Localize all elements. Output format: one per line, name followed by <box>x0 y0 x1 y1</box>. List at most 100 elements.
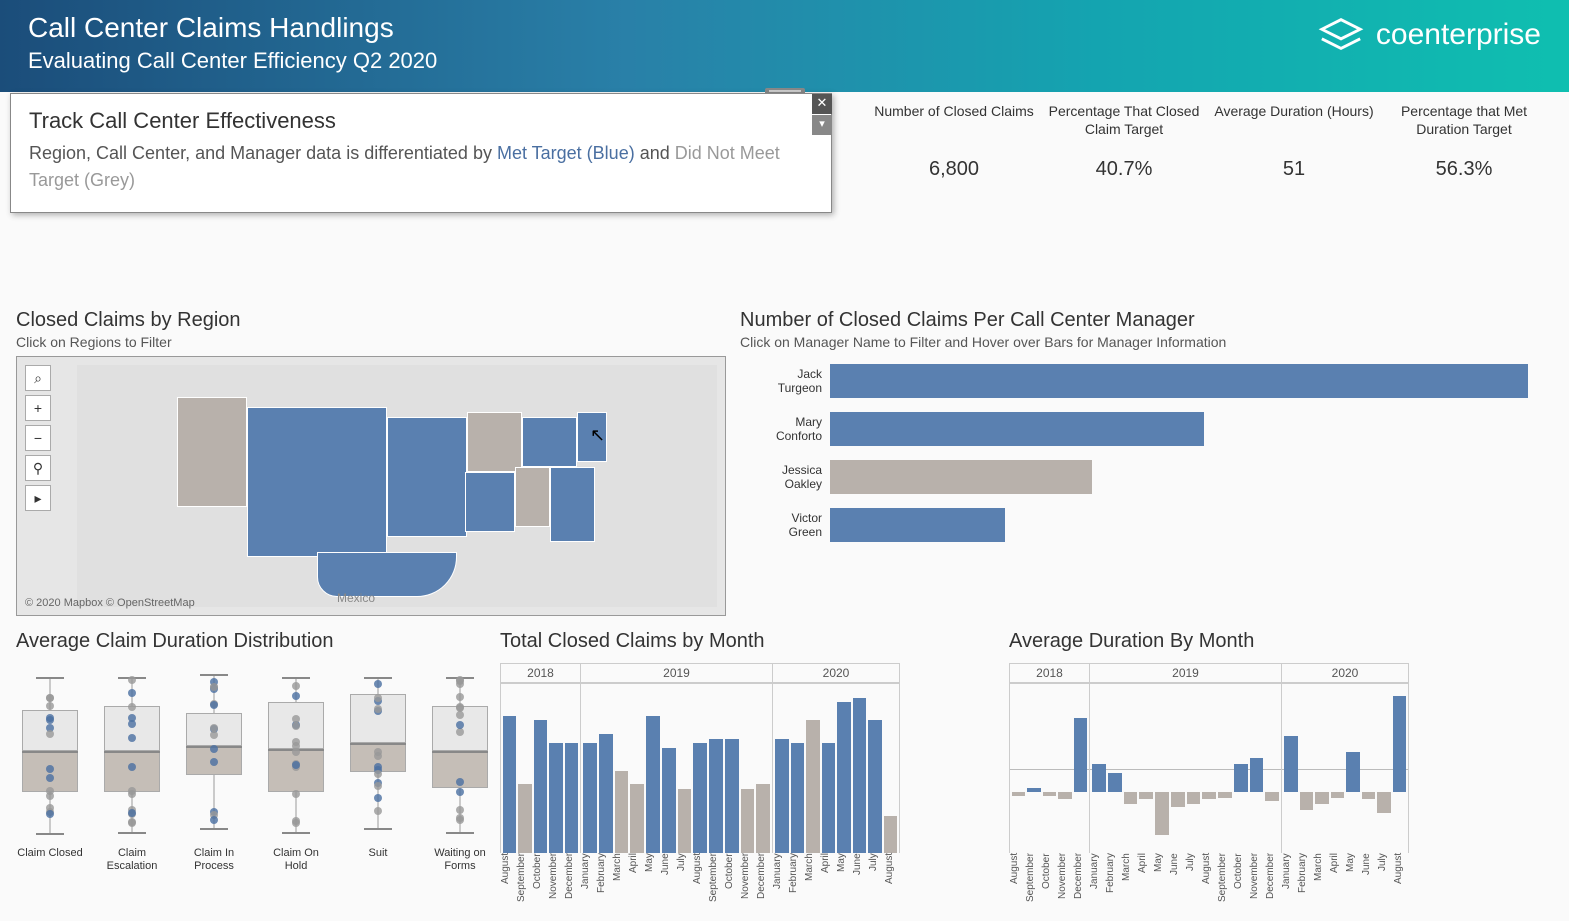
month-bar[interactable] <box>662 748 676 853</box>
boxplot-chart[interactable]: Claim Closed Claim Escalation Claim In P… <box>16 663 486 873</box>
month-bar[interactable] <box>534 720 547 853</box>
manager-bar[interactable] <box>830 508 1005 542</box>
kpi-value: 56.3% <box>1379 158 1549 181</box>
month-bar[interactable] <box>503 716 516 853</box>
month-bar[interactable] <box>549 743 562 853</box>
kpi-card: Percentage that Met Duration Target56.3% <box>1379 102 1549 181</box>
manager-name[interactable]: VictorGreen <box>740 511 830 540</box>
map-attribution: © 2020 Mapbox © OpenStreetMap <box>25 597 195 609</box>
month-bar[interactable] <box>1315 684 1329 853</box>
popup-body: Region, Call Center, and Manager data is… <box>29 140 813 194</box>
month-bar[interactable] <box>1043 684 1056 853</box>
manager-bar[interactable] <box>830 364 1528 398</box>
month-bar[interactable] <box>615 771 629 853</box>
closed-by-month-chart[interactable]: 201820192020AugustSeptemberOctoberNovemb… <box>500 663 995 911</box>
month-bar[interactable] <box>1074 684 1087 853</box>
month-bar[interactable] <box>1300 684 1314 853</box>
month-bar[interactable] <box>1092 684 1106 853</box>
manager-name[interactable]: MaryConforto <box>740 415 830 444</box>
boxplot-column[interactable]: Claim Closed <box>16 661 84 873</box>
month-bar[interactable] <box>583 743 597 853</box>
play-icon[interactable]: ▸ <box>25 485 51 511</box>
month-bar[interactable] <box>1362 684 1376 853</box>
month-bar[interactable] <box>1058 684 1071 853</box>
region-appalachia[interactable] <box>515 467 550 527</box>
month-label: April <box>820 853 836 911</box>
month-bar[interactable] <box>822 743 836 853</box>
month-bar[interactable] <box>630 784 644 853</box>
month-bar[interactable] <box>853 698 867 853</box>
month-bar[interactable] <box>1012 684 1025 853</box>
month-bar[interactable] <box>1202 684 1216 853</box>
zoom-in-icon[interactable]: + <box>25 395 51 421</box>
boxplot-column[interactable]: Claim In Process <box>180 661 248 873</box>
month-label: September <box>708 853 724 911</box>
pin-reset-icon[interactable]: ⚲ <box>25 455 51 481</box>
search-icon[interactable]: ⌕ <box>25 365 51 391</box>
month-bar[interactable] <box>868 720 882 853</box>
region-northeast[interactable] <box>577 412 607 462</box>
zoom-out-icon[interactable]: − <box>25 425 51 451</box>
month-bar[interactable] <box>1250 684 1264 853</box>
month-bar[interactable] <box>837 702 851 853</box>
manager-bar-row[interactable]: MaryConforto <box>740 412 1553 446</box>
month-bar[interactable] <box>756 784 770 853</box>
month-bar[interactable] <box>1124 684 1138 853</box>
region-greatlakes[interactable] <box>522 417 577 467</box>
month-bar[interactable] <box>1108 684 1122 853</box>
month-bar[interactable] <box>791 743 805 853</box>
region-central[interactable] <box>387 417 467 537</box>
region-midwest-n[interactable] <box>467 412 522 472</box>
month-bar[interactable] <box>1377 684 1391 853</box>
month-bar[interactable] <box>1346 684 1360 853</box>
month-bar[interactable] <box>775 739 789 853</box>
month-bar[interactable] <box>678 789 692 853</box>
manager-bar-row[interactable]: JessicaOakley <box>740 460 1553 494</box>
map-viz[interactable]: ⌕ + − ⚲ ▸ Mexico © 2020 Mapbox © OpenStr… <box>16 356 726 616</box>
manager-bar-row[interactable]: JackTurgeon <box>740 364 1553 398</box>
month-bar[interactable] <box>646 716 660 853</box>
manager-bar[interactable] <box>830 460 1092 494</box>
region-pacific[interactable] <box>177 397 247 507</box>
month-bar[interactable] <box>565 743 578 853</box>
month-bar[interactable] <box>1331 684 1345 853</box>
month-bar[interactable] <box>518 784 531 853</box>
month-bar[interactable] <box>693 743 707 853</box>
month-bar[interactable] <box>1027 684 1040 853</box>
month-bar[interactable] <box>599 734 613 853</box>
month-bar[interactable] <box>709 739 723 853</box>
coenterprise-icon <box>1318 12 1364 58</box>
month-bar[interactable] <box>1234 684 1248 853</box>
page-title: Call Center Claims Handlings <box>28 12 437 44</box>
chevron-down-icon[interactable]: ▾ <box>812 115 832 135</box>
boxplot-column[interactable]: Claim On Hold <box>262 661 330 873</box>
manager-name[interactable]: JackTurgeon <box>740 367 830 396</box>
region-mountain[interactable] <box>247 407 387 557</box>
region-southeast[interactable] <box>550 467 595 542</box>
duration-by-month-chart[interactable]: 201820192020AugustSeptemberOctoberNovemb… <box>1009 663 1553 911</box>
month-bar[interactable] <box>1284 684 1298 853</box>
month-bar[interactable] <box>1187 684 1201 853</box>
region-midwest-s[interactable] <box>465 472 515 532</box>
month-label: September <box>1025 853 1041 911</box>
month-bar[interactable] <box>1218 684 1232 853</box>
month-label: May <box>836 853 852 911</box>
month-bar[interactable] <box>884 816 898 853</box>
boxplot-column[interactable]: Suit <box>344 661 412 873</box>
month-bar[interactable] <box>1155 684 1169 853</box>
boxplot-column[interactable]: Waiting on Forms <box>426 661 494 873</box>
data-point-dot <box>46 774 54 782</box>
manager-bar[interactable] <box>830 412 1204 446</box>
month-bar[interactable] <box>806 720 820 853</box>
month-bar[interactable] <box>1171 684 1185 853</box>
manager-name[interactable]: JessicaOakley <box>740 463 830 492</box>
boxplot-column[interactable]: Claim Escalation <box>98 661 166 873</box>
month-bar[interactable] <box>1393 684 1407 853</box>
month-bar[interactable] <box>1265 684 1279 853</box>
month-bar[interactable] <box>1139 684 1153 853</box>
month-label: May <box>644 853 660 911</box>
month-bar[interactable] <box>741 789 755 853</box>
close-icon[interactable]: ✕ <box>812 94 832 114</box>
month-bar[interactable] <box>725 739 739 853</box>
manager-bar-row[interactable]: VictorGreen <box>740 508 1553 542</box>
